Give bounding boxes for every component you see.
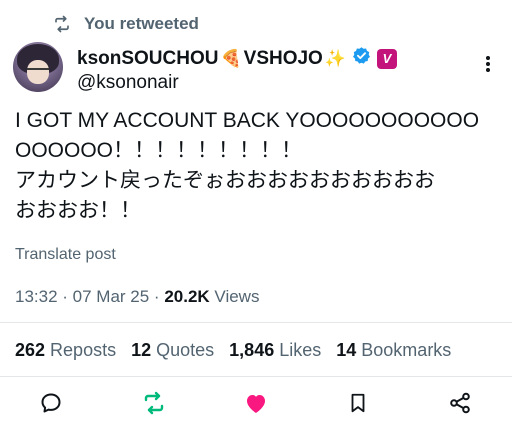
retweet-label: You retweeted [84, 14, 199, 33]
tweet-line: I GOT MY ACCOUNT BACK YOOOOOOOOOOO [15, 109, 480, 132]
translate-post-link[interactable]: Translate post [15, 246, 116, 264]
like-icon[interactable] [243, 390, 269, 416]
retweet-icon[interactable] [141, 390, 167, 416]
author-handle[interactable]: @ksononair [77, 72, 179, 94]
views-label: Views [209, 287, 260, 306]
retweet-icon [52, 15, 72, 33]
divider [0, 376, 512, 377]
likes-stat[interactable]: 1,846 Likes [229, 340, 321, 361]
action-bar [0, 390, 512, 420]
quotes-stat[interactable]: 12 Quotes [131, 340, 214, 361]
reposts-stat[interactable]: 262 Reposts [15, 340, 116, 361]
views-count: 20.2K [164, 287, 210, 306]
bookmarks-stat[interactable]: 14 Bookmarks [336, 340, 451, 361]
bookmark-icon[interactable] [345, 390, 371, 416]
affiliate-badge[interactable]: V [377, 48, 398, 69]
tweet-metadata: 13:32 · 07 Mar 25 · 20.2K Views [15, 287, 259, 307]
tweet-line: OOOOOO！！！！！！！！！ [15, 139, 303, 162]
avatar[interactable] [13, 42, 63, 92]
engagement-stats: 262 Reposts 12 Quotes 1,846 Likes 14 Bookmar… [15, 340, 451, 361]
more-options-icon[interactable] [478, 52, 498, 76]
sparkles-emoji: ✨ [324, 48, 347, 69]
tweet-text: I GOT MY ACCOUNT BACK YOOOOOOOOOOO OOOOO… [15, 106, 505, 226]
pizza-emoji: 🍕 [220, 48, 242, 69]
retweet-context: You retweeted [52, 14, 199, 34]
share-icon[interactable] [447, 390, 473, 416]
divider [0, 322, 512, 323]
timestamp[interactable]: 13:32 · 07 Mar 25 · [15, 287, 164, 306]
display-name-suffix[interactable]: VSHOJO [244, 48, 323, 70]
author-name-line[interactable]: ksonSOUCHOU 🍕 VSHOJO ✨ V [77, 46, 398, 71]
tweet-line: おおおお！！ [15, 199, 141, 222]
verified-badge-icon[interactable] [352, 46, 371, 71]
display-name[interactable]: ksonSOUCHOU [77, 48, 218, 70]
reply-icon[interactable] [38, 390, 64, 416]
tweet-line: アカウント戻ったぞぉおおおおおおおおおお [15, 169, 435, 192]
